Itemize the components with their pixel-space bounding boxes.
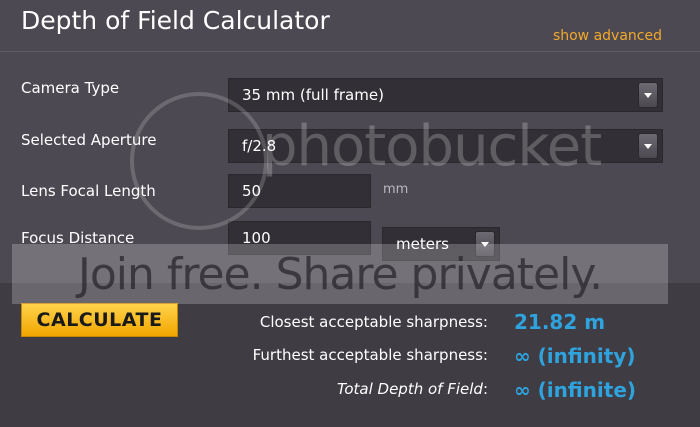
closest-sharpness-label: Closest acceptable sharpness: xyxy=(259,313,488,331)
furthest-sharpness-value: ∞ (infinity) xyxy=(514,344,636,368)
watermark-banner: Join free. Share privately. xyxy=(12,244,668,304)
total-dof-label: Total Depth of Field: xyxy=(337,380,488,398)
camera-type-select[interactable]: 35 mm (full frame) xyxy=(228,78,663,112)
total-dof-label-text: Total Depth of Field xyxy=(337,380,483,398)
chevron-down-icon[interactable] xyxy=(638,133,658,159)
watermark-logo-text: photobucket xyxy=(262,114,602,179)
focal-length-unit: mm xyxy=(383,182,409,197)
calculate-button[interactable]: CALCULATE xyxy=(21,303,178,337)
furthest-sharpness-label: Furthest acceptable sharpness: xyxy=(252,346,488,364)
total-dof-value: ∞ (infinite) xyxy=(514,378,637,402)
closest-sharpness-value: 21.82 m xyxy=(514,310,606,334)
watermark-logo-circle xyxy=(130,92,268,230)
total-dof-colon: : xyxy=(482,380,488,398)
show-advanced-link[interactable]: show advanced xyxy=(553,28,662,44)
header-divider xyxy=(0,51,700,52)
camera-type-value: 35 mm (full frame) xyxy=(242,86,384,104)
page-title: Depth of Field Calculator xyxy=(21,6,330,35)
chevron-down-icon[interactable] xyxy=(638,82,658,108)
camera-type-label: Camera Type xyxy=(21,79,120,97)
